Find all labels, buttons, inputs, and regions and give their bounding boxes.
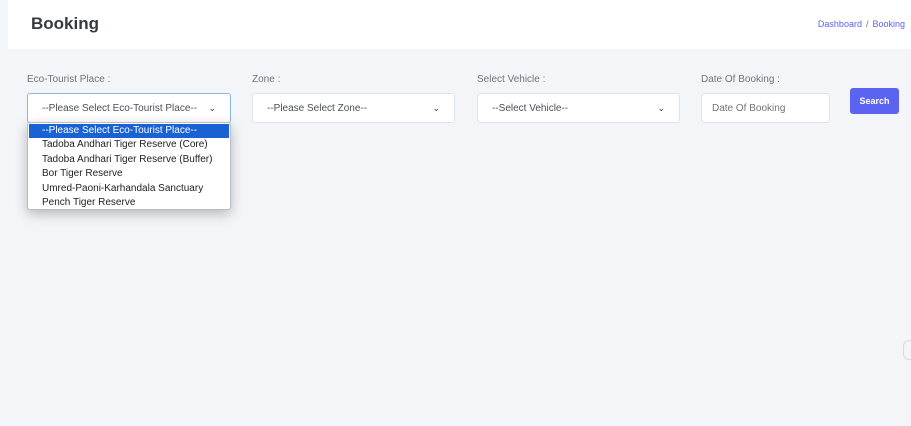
chevron-down-icon: ⌄ xyxy=(657,102,665,113)
place-option[interactable]: Bor Tiger Reserve xyxy=(28,167,230,181)
place-option[interactable]: Pench Tiger Reserve xyxy=(28,196,230,210)
page: Booking Dashboard / Booking Eco-Tourist Pl… xyxy=(8,0,911,426)
place-label: Eco-Tourist Place : xyxy=(27,74,111,85)
place-select[interactable]: --Please Select Eco-Tourist Place-- ⌄ xyxy=(27,93,231,123)
breadcrumb-separator: / xyxy=(865,19,869,29)
zone-label: Zone : xyxy=(252,74,281,85)
breadcrumb: Dashboard / Booking xyxy=(818,19,905,29)
vehicle-select-value: --Select Vehicle-- xyxy=(492,102,569,114)
place-option[interactable]: Tadoba Andhari Tiger Reserve (Core) xyxy=(28,138,230,152)
zone-select-value: --Please Select Zone-- xyxy=(267,102,368,114)
breadcrumb-current[interactable]: Booking xyxy=(872,19,905,29)
breadcrumb-dashboard-link[interactable]: Dashboard xyxy=(818,19,862,29)
zone-select[interactable]: --Please Select Zone-- ⌄ xyxy=(252,93,455,123)
booking-date-input[interactable] xyxy=(701,93,830,123)
date-label: Date Of Booking : xyxy=(701,74,780,85)
page-title: Booking xyxy=(31,14,99,33)
search-button[interactable]: Search xyxy=(850,88,899,114)
place-option[interactable]: Umred-Paoni-Karhandala Sanctuary xyxy=(28,182,230,196)
chevron-down-icon: ⌄ xyxy=(208,102,216,113)
place-option[interactable]: Tadoba Andhari Tiger Reserve (Buffer) xyxy=(28,153,230,167)
place-dropdown-list[interactable]: --Please Select Eco-Tourist Place-- Tado… xyxy=(27,122,231,210)
chevron-down-icon: ⌄ xyxy=(432,102,440,113)
side-panel-handle[interactable] xyxy=(903,340,911,360)
vehicle-label: Select Vehicle : xyxy=(477,74,546,85)
vehicle-select[interactable]: --Select Vehicle-- ⌄ xyxy=(477,93,680,123)
place-select-value: --Please Select Eco-Tourist Place-- xyxy=(42,102,198,114)
page-header: Booking Dashboard / Booking xyxy=(8,0,911,49)
place-option[interactable]: --Please Select Eco-Tourist Place-- xyxy=(29,124,229,139)
